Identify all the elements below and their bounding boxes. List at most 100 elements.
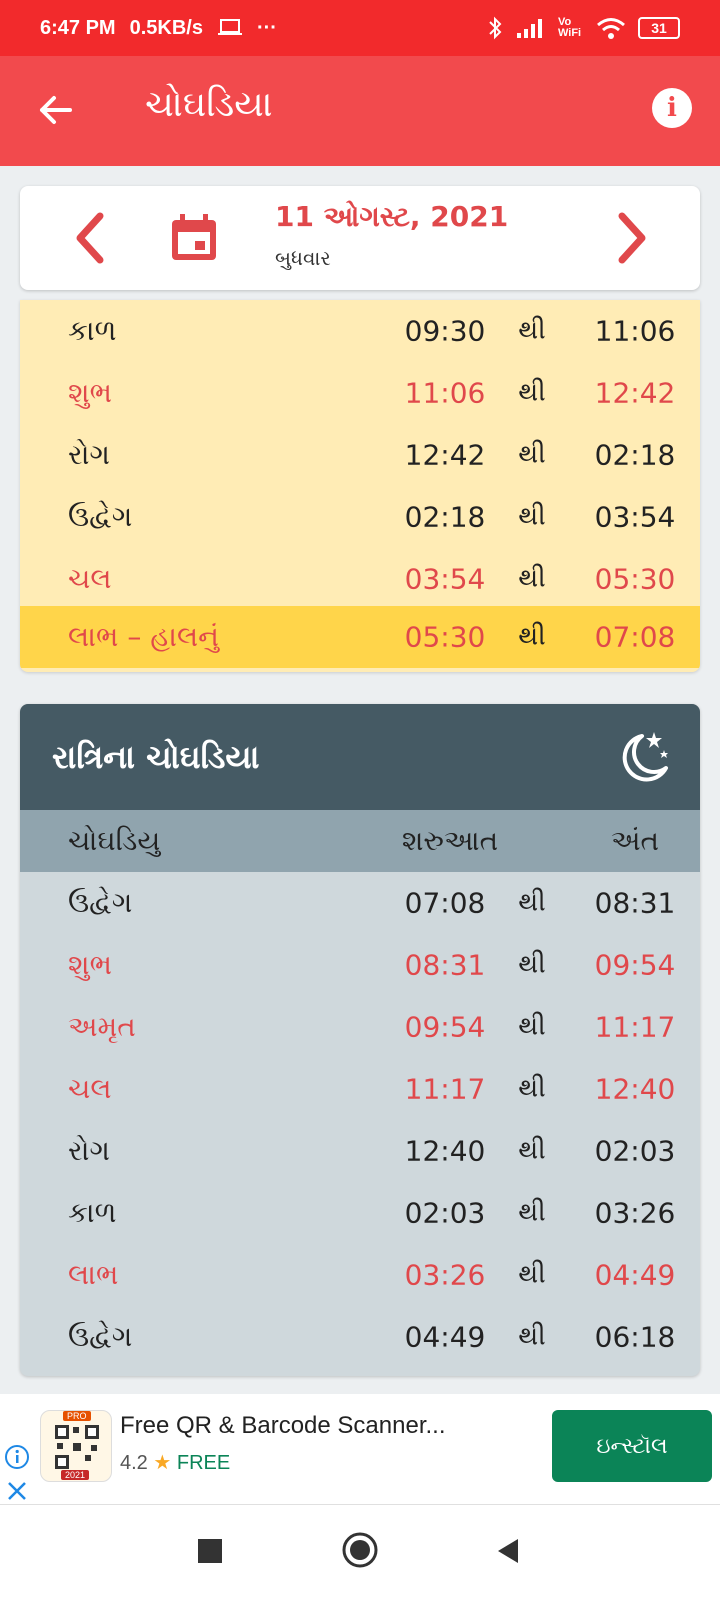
choghadiya-name: લાભ – હાલનું: [68, 620, 220, 653]
separator: થી: [518, 563, 546, 594]
separator: થી: [518, 1197, 546, 1228]
table-row: રોગ 12:42 થી 02:18: [20, 424, 700, 486]
choghadiya-name: ચલ: [68, 562, 112, 595]
table-row: ઉદ્વેગ 04:49 થી 06:18: [20, 1306, 700, 1368]
separator: થી: [518, 1321, 546, 1352]
status-more-dots: ···: [256, 16, 277, 39]
page-title: ચોઘડિયા: [145, 84, 273, 125]
start-time: 08:31: [404, 948, 486, 982]
price-label: FREE: [176, 1452, 231, 1474]
choghadiya-name: ઉદ્વેગ: [68, 500, 133, 533]
status-speed: 0.5KB/s: [129, 16, 203, 39]
night-choghadiya-card: રાત્રિના ચોઘડિયા ચોઘડિયુ શરુઆત અંત ઉદ્વે…: [20, 704, 700, 1376]
app-bar: ચોઘડિયા i: [0, 56, 720, 166]
signal-icon: [517, 19, 542, 38]
nav-recents-icon[interactable]: [198, 1539, 222, 1563]
ad-app-icon[interactable]: PRO 2021: [40, 1410, 112, 1482]
separator: થી: [518, 1011, 546, 1042]
selected-date[interactable]: 11 ઓગસ્ટ, 2021: [275, 200, 508, 234]
end-time: 05:30: [594, 562, 676, 596]
ad-close-icon[interactable]: [4, 1478, 30, 1504]
wifi-icon: [597, 18, 625, 39]
ad-rating: 4.2 ★ FREE: [120, 1450, 230, 1475]
choghadiya-name: શુભ: [68, 376, 112, 409]
nav-home-icon[interactable]: [341, 1531, 379, 1569]
status-time: 6:47 PM: [40, 16, 116, 39]
separator: થી: [518, 949, 546, 980]
separator: થી: [518, 439, 546, 470]
table-row: રોગ 12:40 થી 02:03: [20, 1120, 700, 1182]
system-nav-bar: [0, 1504, 720, 1600]
end-time: 11:17: [594, 1010, 676, 1044]
install-button[interactable]: ઇન્સ્ટૉલ: [552, 1410, 712, 1482]
start-time: 12:42: [404, 438, 486, 472]
end-time: 03:26: [594, 1196, 676, 1230]
table-row: શુભ 08:31 થી 09:54: [20, 934, 700, 996]
ad-banner[interactable]: PRO 2021 Free QR & Barcode Scanner... 4.…: [0, 1394, 720, 1504]
table-row: ઉદ્વેગ 02:18 થી 03:54: [20, 486, 700, 548]
choghadiya-name: ઉદ્વેગ: [68, 1320, 133, 1353]
end-time: 04:49: [594, 1258, 676, 1292]
end-time: 07:08: [594, 620, 676, 654]
table-row: ચલ 11:17 થી 12:40: [20, 1058, 700, 1120]
ad-title[interactable]: Free QR & Barcode Scanner...: [120, 1412, 446, 1440]
table-row: કાળ 02:03 થી 03:26: [20, 1182, 700, 1244]
rating-value: 4.2: [120, 1452, 148, 1474]
bluetooth-icon: [489, 16, 502, 40]
calendar-icon[interactable]: [168, 212, 220, 264]
table-row: ઉદ્વેગ 07:08 થી 08:31: [20, 872, 700, 934]
chevron-right-icon[interactable]: [612, 208, 652, 268]
table-row: શુભ 11:06 થી 12:42: [20, 362, 700, 424]
ad-info-icon[interactable]: [4, 1444, 30, 1470]
end-time: 12:40: [594, 1072, 676, 1106]
separator: થી: [518, 887, 546, 918]
star-icon: ★: [153, 1452, 172, 1474]
start-time: 11:06: [404, 376, 486, 410]
start-time: 04:49: [404, 1320, 486, 1354]
start-time: 09:30: [404, 314, 486, 348]
date-selector: 11 ઓગસ્ટ, 2021 બુધવાર: [20, 186, 700, 290]
choghadiya-name: રોગ: [68, 438, 110, 471]
separator: થી: [518, 1259, 546, 1290]
separator: થી: [518, 501, 546, 532]
start-time: 03:26: [404, 1258, 486, 1292]
battery-level: 31: [651, 20, 667, 36]
end-time: 11:06: [594, 314, 676, 348]
choghadiya-name: ઉદ્વેગ: [68, 886, 133, 919]
choghadiya-name: લાભ: [68, 1258, 119, 1291]
table-row: લાભ 03:26 થી 04:49: [20, 1244, 700, 1306]
header-name: ચોઘડિયુ: [68, 824, 161, 857]
separator: થી: [518, 1073, 546, 1104]
info-icon[interactable]: i: [652, 88, 692, 128]
start-time: 07:08: [404, 886, 486, 920]
choghadiya-name: અમૃત: [68, 1010, 136, 1043]
night-title: રાત્રિના ચોઘડિયા: [52, 738, 260, 776]
separator: થી: [518, 1135, 546, 1166]
nav-back-icon[interactable]: [496, 1537, 520, 1565]
end-time: 09:54: [594, 948, 676, 982]
table-row: અમૃત 09:54 થી 11:17: [20, 996, 700, 1058]
laptop-icon: [217, 19, 242, 35]
start-time: 11:17: [404, 1072, 486, 1106]
start-time: 03:54: [404, 562, 486, 596]
day-choghadiya-list: કાળ 09:30 થી 11:06 શુભ 11:06 થી 12:42 રો…: [20, 300, 700, 672]
header-end: અંત: [610, 824, 660, 857]
start-time: 09:54: [404, 1010, 486, 1044]
icon-badge-top: PRO: [63, 1411, 91, 1421]
end-time: 02:03: [594, 1134, 676, 1168]
separator: થી: [518, 621, 546, 652]
end-time: 06:18: [594, 1320, 676, 1354]
back-arrow-icon[interactable]: [36, 90, 76, 130]
end-time: 12:42: [594, 376, 676, 410]
chevron-left-icon[interactable]: [70, 208, 110, 268]
table-row: કાળ 09:30 થી 11:06: [20, 300, 700, 362]
choghadiya-name: કાળ: [68, 314, 117, 347]
end-time: 02:18: [594, 438, 676, 472]
moon-stars-icon: [622, 732, 668, 782]
table-row: ચલ 03:54 થી 05:30: [20, 548, 700, 610]
current-choghadiya-row: લાભ – હાલનું 05:30 થી 07:08: [20, 606, 700, 668]
separator: થી: [518, 315, 546, 346]
header-start: શરુઆત: [401, 824, 499, 857]
end-time: 08:31: [594, 886, 676, 920]
start-time: 12:40: [404, 1134, 486, 1168]
